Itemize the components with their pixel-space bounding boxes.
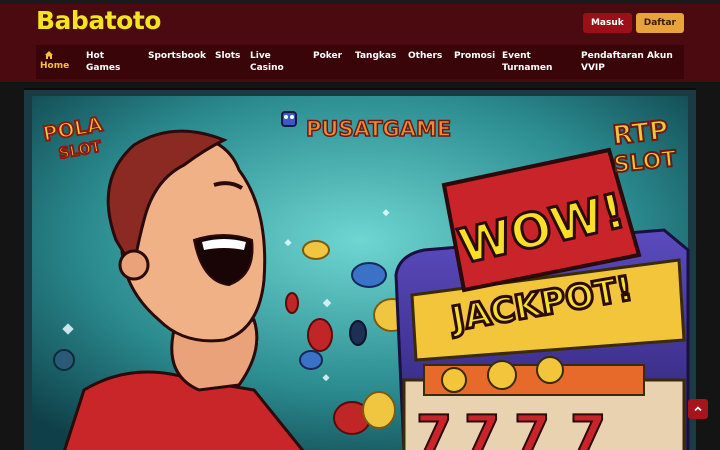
nav-item-event-turnamen[interactable]: Event Turnamen bbox=[502, 46, 556, 74]
reel-seven-2: 7 bbox=[464, 405, 500, 450]
main-content: WOW! JACKPOT! 7 7 7 7 POLA SLOT PUSATGAM… bbox=[24, 88, 696, 450]
auth-buttons: Masuk Daftar bbox=[582, 13, 684, 33]
nav-item-live-casino[interactable]: Live Casino bbox=[250, 46, 290, 74]
nav-item-home[interactable]: Home bbox=[40, 46, 69, 72]
rtp-text: RTP bbox=[611, 116, 669, 152]
chevron-up-icon bbox=[694, 406, 702, 412]
pusatgame-brand: PUSATGAME bbox=[281, 111, 452, 142]
reel-seven-1: 7 bbox=[416, 405, 452, 450]
nav-item-tangkas[interactable]: Tangkas bbox=[355, 46, 396, 62]
nav-label-home: Home bbox=[40, 61, 70, 71]
nav-item-slots[interactable]: Slots bbox=[215, 46, 240, 62]
nav-bar: Home Hot Games Sportsbook Slots Live Cas… bbox=[0, 42, 720, 82]
nav-item-poker[interactable]: Poker bbox=[313, 46, 342, 62]
nav-item-promosi[interactable]: Promosi bbox=[454, 46, 495, 62]
reel-seven-4: 7 bbox=[570, 405, 606, 450]
nav-item-sportsbook[interactable]: Sportsbook bbox=[148, 46, 206, 62]
nav-item-pendaftaran-vvip[interactable]: Pendaftaran Akun VVIP bbox=[581, 46, 681, 74]
site-header: Babatoto Masuk Daftar bbox=[0, 4, 720, 42]
login-button[interactable]: Masuk bbox=[582, 13, 632, 33]
robot-icon bbox=[281, 111, 297, 127]
scroll-to-top-button[interactable] bbox=[688, 399, 708, 419]
register-button[interactable]: Daftar bbox=[635, 13, 684, 33]
nav-item-others[interactable]: Others bbox=[408, 46, 442, 62]
nav-item-hot-games[interactable]: Hot Games bbox=[86, 46, 132, 74]
promo-banner[interactable]: WOW! JACKPOT! 7 7 7 7 POLA SLOT PUSATGAM… bbox=[24, 90, 696, 450]
reel-seven-3: 7 bbox=[514, 405, 550, 450]
home-icon bbox=[45, 51, 53, 59]
pusatgame-text: PUSATGAME bbox=[306, 117, 451, 141]
site-logo[interactable]: Babatoto bbox=[36, 6, 161, 35]
main-nav: Home Hot Games Sportsbook Slots Live Cas… bbox=[36, 45, 684, 79]
